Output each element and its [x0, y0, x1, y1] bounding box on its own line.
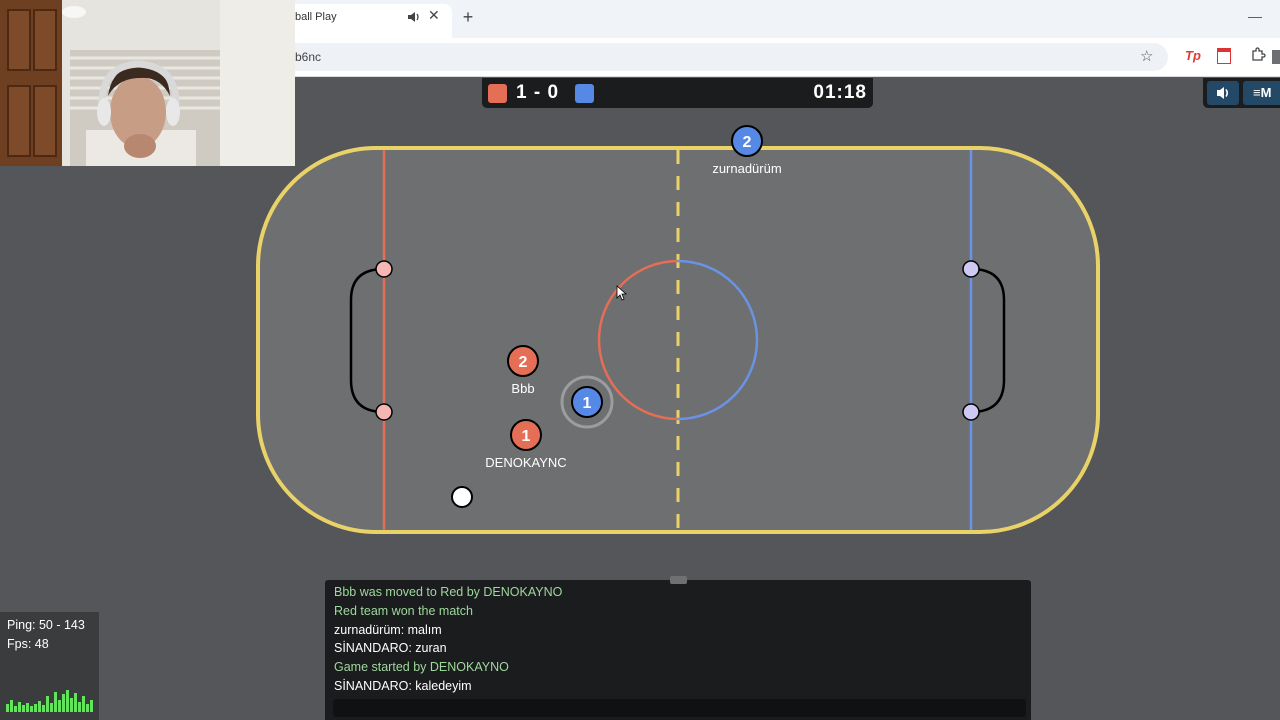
scoreboard: 1 - 0 01:18	[482, 78, 873, 108]
sound-button[interactable]	[1207, 81, 1239, 105]
menu-button[interactable]: ≡M	[1243, 81, 1280, 105]
player-name: zurnadürüm	[712, 161, 782, 176]
chat-message: zurnadürüm: malım	[334, 623, 442, 637]
match-timer: 01:18	[813, 82, 867, 103]
ball	[451, 486, 473, 508]
player-avatar: 2	[743, 134, 752, 151]
ping-readout: Ping: 50 - 143	[7, 618, 85, 632]
player-avatar: 2	[519, 354, 528, 371]
chat-resize-handle[interactable]	[670, 576, 687, 584]
chat-message: Red team won the match	[334, 604, 473, 618]
game-controls: ≡M	[1203, 78, 1280, 108]
chat-message: Game started by DENOKAYNO	[334, 660, 509, 674]
red-goal-post-bottom	[375, 403, 393, 421]
chat-message: Bbb was moved to Red by DENOKAYNO	[334, 585, 563, 599]
red-team-indicator	[488, 84, 507, 103]
blue-team-indicator	[575, 84, 594, 103]
player-name: DENOKAYNC	[485, 455, 567, 470]
score-display: 1 - 0	[516, 82, 560, 103]
blue-goal-post-bottom	[962, 403, 980, 421]
red-goal-post-top	[375, 260, 393, 278]
webcam-overlay	[0, 0, 295, 166]
fps-readout: Fps: 48	[7, 637, 49, 651]
chat-message: SİNANDARO: zuran	[334, 641, 447, 655]
blue-goal-post-top	[962, 260, 980, 278]
player-name: Bbb	[511, 381, 535, 396]
fps-graph	[6, 690, 93, 712]
chat-message: SİNANDARO: kaledeyim	[334, 679, 472, 693]
speaker-icon	[1217, 87, 1229, 99]
chat-input[interactable]	[333, 699, 1026, 717]
player-avatar: 1	[583, 395, 592, 412]
player-avatar: 1	[522, 428, 531, 445]
